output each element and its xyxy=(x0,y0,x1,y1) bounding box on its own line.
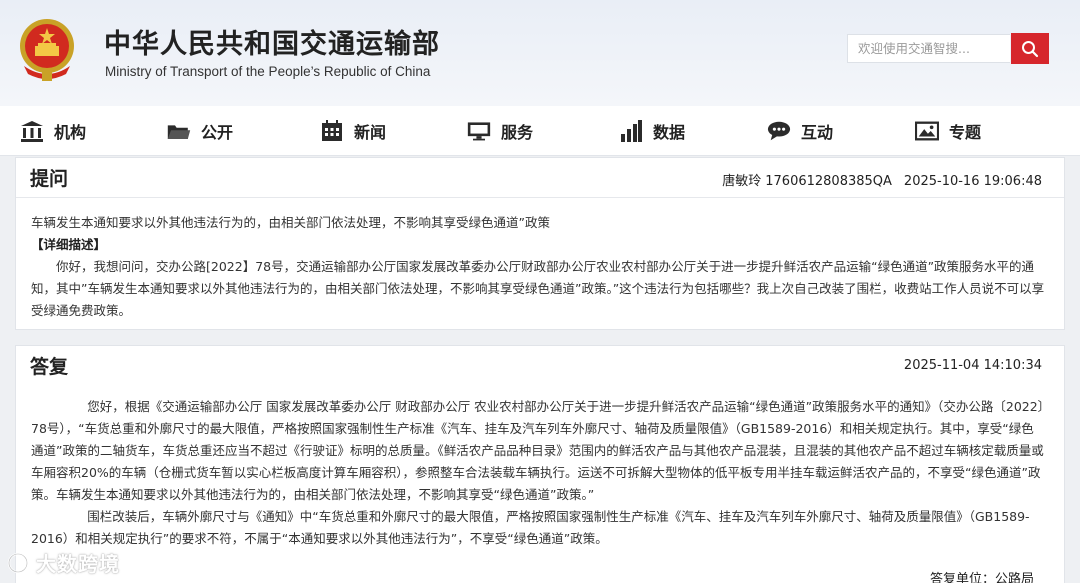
nav-label: 互动 xyxy=(801,123,834,142)
question-id: 1760612808385QA xyxy=(765,174,892,189)
nav-item-public[interactable]: 公开 xyxy=(167,106,233,156)
watermark-logo-icon xyxy=(7,552,29,573)
question-header: 提问 唐敏玲 1760612808385QA 2025-10-16 19:06:48 xyxy=(16,158,1064,198)
question-author: 唐敏玲 xyxy=(722,174,762,189)
question-title: 提问 xyxy=(30,168,69,190)
nav-item-interaction[interactable]: 互动 xyxy=(767,106,833,156)
answer-datetime: 2025-11-04 14:10:34 xyxy=(903,358,1042,373)
nav-item-news[interactable]: 新闻 xyxy=(320,106,386,156)
chat-bubble-icon xyxy=(767,120,791,142)
nav-label: 机构 xyxy=(54,123,87,142)
search-button[interactable] xyxy=(1011,33,1049,64)
nav-item-service[interactable]: 服务 xyxy=(467,106,533,156)
answer-body: 您好，根据《交通运输部办公厅 国家发展改革委办公厅 财政部办公厅 农业农村部办公… xyxy=(16,386,1064,550)
question-datetime: 2025-10-16 19:06:48 xyxy=(903,174,1042,189)
nav-item-topic[interactable]: 专题 xyxy=(915,106,981,156)
national-emblem-icon[interactable] xyxy=(16,16,78,82)
search-input[interactable] xyxy=(847,34,1010,63)
site-title-cn[interactable]: 中华人民共和国交通运输部 xyxy=(104,22,440,61)
calendar-icon xyxy=(320,120,344,142)
question-detail: 你好，我想问问，交办公路[2022】78号，交通运输部办公厅国家发展改革委办公厅… xyxy=(31,259,1045,318)
answer-paragraph: 您好，根据《交通运输部办公厅 国家发展改革委办公厅 财政部办公厅 农业农村部办公… xyxy=(31,399,1044,502)
watermark: 大数跨境 xyxy=(6,548,120,577)
folder-icon xyxy=(167,120,191,142)
question-meta: 唐敏玲 1760612808385QA 2025-10-16 19:06:48 xyxy=(722,170,1042,189)
bar-chart-icon xyxy=(619,120,643,142)
image-icon xyxy=(915,120,939,142)
monitor-icon xyxy=(467,120,491,142)
site-header: 中华人民共和国交通运输部 Ministry of Transport of th… xyxy=(0,0,1080,106)
nav-label: 数据 xyxy=(653,123,686,142)
question-panel: 提问 唐敏玲 1760612808385QA 2025-10-16 19:06:48… xyxy=(15,157,1065,330)
main-nav: 机构 公开 新闻 服务 数据 互动 专题 xyxy=(0,106,1080,156)
question-subject: 车辆发生本通知要求以外其他违法行为的，由相关部门依法处理，不影响其享受绿色通道”… xyxy=(31,215,550,230)
answer-paragraph: 围栏改装后，车辆外廓尺寸与《通知》中“车货总重和外廓尺寸的最大限值，严格按照国家… xyxy=(31,509,1030,546)
answer-panel: 答复 2025-11-04 14:10:34 您好，根据《交通运输部办公厅 国家… xyxy=(15,345,1065,583)
answer-header: 答复 2025-11-04 14:10:34 xyxy=(16,346,1064,386)
building-icon xyxy=(20,120,44,142)
nav-label: 新闻 xyxy=(354,123,387,142)
nav-item-institution[interactable]: 机构 xyxy=(20,106,86,156)
detail-label: 【详细描述】 xyxy=(31,237,107,252)
site-title-en: Ministry of Transport of the People’s Re… xyxy=(105,64,431,79)
nav-label: 公开 xyxy=(201,123,234,142)
nav-label: 服务 xyxy=(501,123,534,142)
nav-item-data[interactable]: 数据 xyxy=(619,106,685,156)
nav-label: 专题 xyxy=(949,123,982,142)
answer-unit: 答复单位：公路局 xyxy=(929,572,1034,583)
search-icon xyxy=(1022,40,1039,57)
answer-title: 答复 xyxy=(30,356,69,378)
question-body: 车辆发生本通知要求以外其他违法行为的，由相关部门依法处理，不影响其享受绿色通道”… xyxy=(16,198,1064,322)
watermark-text: 大数跨境 xyxy=(36,552,120,576)
